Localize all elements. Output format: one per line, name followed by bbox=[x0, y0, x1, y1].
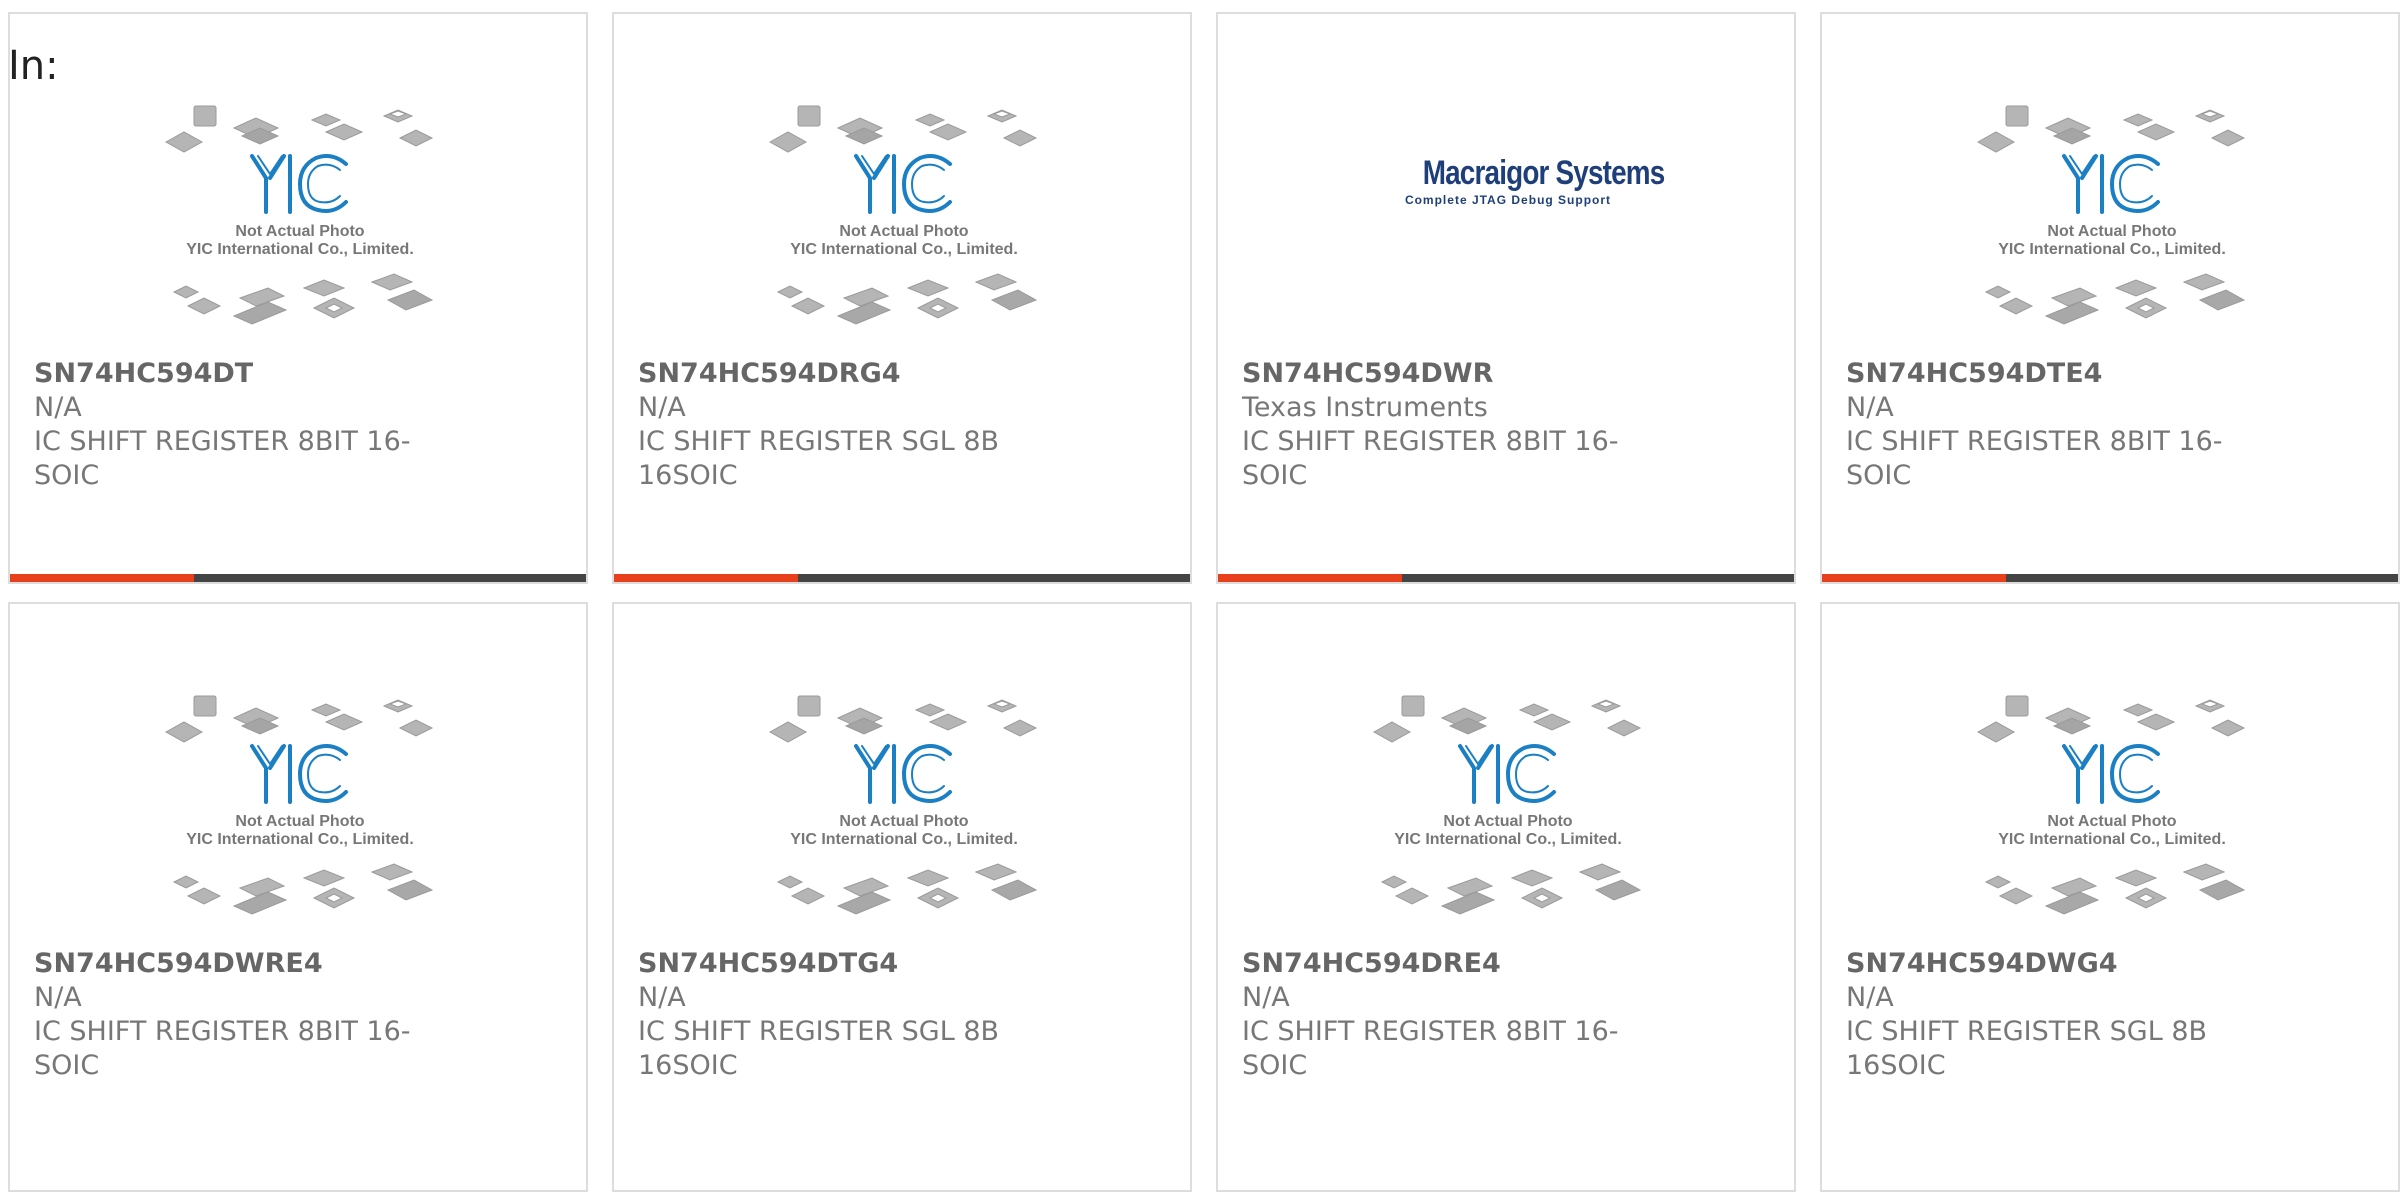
chip-placeholder-icon: Not Actual Photo YIC International Co., … bbox=[164, 105, 434, 325]
logo-name: Macraigor Systems bbox=[1422, 154, 1666, 192]
card-progress-fill bbox=[614, 574, 798, 582]
placeholder-line1: Not Actual Photo bbox=[839, 223, 968, 240]
manufacturer: N/A bbox=[638, 982, 686, 1013]
placeholder-line1: Not Actual Photo bbox=[1443, 813, 1572, 830]
manufacturer: N/A bbox=[1846, 982, 1894, 1013]
card-progress-bar bbox=[10, 574, 586, 582]
manufacturer: N/A bbox=[34, 982, 82, 1013]
description: IC SHIFT REGISTER SGL 8B 16SOIC bbox=[638, 1016, 1000, 1081]
placeholder-line2: YIC International Co., Limited. bbox=[1998, 241, 2226, 258]
description: IC SHIFT REGISTER SGL 8B 16SOIC bbox=[1846, 1016, 2208, 1081]
logo-tagline: Complete JTAG Debug Support bbox=[1404, 193, 1612, 207]
chip-placeholder-icon: Not Actual Photo YIC International Co., … bbox=[768, 105, 1038, 325]
part-number-link[interactable]: SN74HC594DWG4 bbox=[1846, 947, 2246, 981]
product-image: Not Actual Photo YIC International Co., … bbox=[1372, 692, 1644, 936]
product-card[interactable]: Not Actual Photo YIC International Co., … bbox=[8, 602, 588, 1192]
part-number-link[interactable]: SN74HC594DRE4 bbox=[1242, 947, 1642, 981]
product-info: SN74HC594DWR Texas Instruments IC SHIFT RE… bbox=[1242, 357, 1642, 493]
product-info: SN74HC594DTG4 N/A IC SHIFT REGISTER SGL 8B… bbox=[638, 947, 1038, 1083]
description: IC SHIFT REGISTER 8BIT 16-SOIC bbox=[1846, 426, 2223, 491]
part-number-link[interactable]: SN74HC594DRG4 bbox=[638, 357, 1038, 391]
manufacturer: N/A bbox=[1242, 982, 1290, 1013]
product-image: Not Actual Photo YIC International Co., … bbox=[768, 692, 1040, 936]
card-progress-fill bbox=[10, 574, 194, 582]
product-card[interactable]: Not Actual Photo YIC International Co., … bbox=[612, 602, 1192, 1192]
placeholder-line2: YIC International Co., Limited. bbox=[790, 241, 1018, 258]
product-card[interactable]: Not Actual Photo YIC International Co., … bbox=[612, 12, 1192, 584]
product-image: Not Actual Photo YIC International Co., … bbox=[164, 102, 436, 346]
product-image: Not Actual Photo YIC International Co., … bbox=[1976, 692, 2248, 936]
placeholder-line1: Not Actual Photo bbox=[2047, 813, 2176, 830]
card-progress-bar bbox=[614, 574, 1190, 582]
filter-label: In: bbox=[8, 43, 59, 89]
placeholder-line2: YIC International Co., Limited. bbox=[790, 831, 1018, 848]
product-image: Not Actual Photo YIC International Co., … bbox=[768, 102, 1040, 346]
product-info: SN74HC594DT N/A IC SHIFT REGISTER 8BIT 16-… bbox=[34, 357, 434, 493]
card-progress-bar bbox=[1218, 574, 1794, 582]
chip-placeholder-icon: Not Actual Photo YIC International Co., … bbox=[1372, 695, 1642, 915]
description: IC SHIFT REGISTER 8BIT 16-SOIC bbox=[34, 426, 411, 491]
placeholder-line1: Not Actual Photo bbox=[839, 813, 968, 830]
product-card[interactable]: Not Actual Photo YIC International Co., … bbox=[8, 12, 588, 584]
product-info: SN74HC594DRG4 N/A IC SHIFT REGISTER SGL 8B… bbox=[638, 357, 1038, 493]
part-number-link[interactable]: SN74HC594DTG4 bbox=[638, 947, 1038, 981]
manufacturer: N/A bbox=[34, 392, 82, 423]
placeholder-line2: YIC International Co., Limited. bbox=[1394, 831, 1622, 848]
product-card[interactable]: Not Actual Photo YIC International Co., … bbox=[1820, 602, 2400, 1192]
product-image: Not Actual Photo YIC International Co., … bbox=[164, 692, 436, 936]
chip-placeholder-icon: Not Actual Photo YIC International Co., … bbox=[1976, 105, 2246, 325]
product-info: SN74HC594DRE4 N/A IC SHIFT REGISTER 8BIT 1… bbox=[1242, 947, 1642, 1083]
manufacturer: N/A bbox=[1846, 392, 1894, 423]
product-image: Not Actual Photo YIC International Co., … bbox=[1976, 102, 2248, 346]
card-progress-bar bbox=[1822, 574, 2398, 582]
placeholder-line1: Not Actual Photo bbox=[235, 223, 364, 240]
placeholder-line2: YIC International Co., Limited. bbox=[186, 831, 414, 848]
manufacturer-logo: Macraigor Systems Complete JTAG Debug Su… bbox=[1404, 154, 1666, 234]
placeholder-line1: Not Actual Photo bbox=[2047, 223, 2176, 240]
manufacturer: N/A bbox=[638, 392, 686, 423]
part-number-link[interactable]: SN74HC594DWR bbox=[1242, 357, 1642, 391]
chip-placeholder-icon: Not Actual Photo YIC International Co., … bbox=[1976, 695, 2246, 915]
product-card[interactable]: Not Actual Photo YIC International Co., … bbox=[1216, 602, 1796, 1192]
description: IC SHIFT REGISTER 8BIT 16-SOIC bbox=[34, 1016, 411, 1081]
description: IC SHIFT REGISTER 8BIT 16-SOIC bbox=[1242, 426, 1619, 491]
card-progress-fill bbox=[1218, 574, 1402, 582]
product-card[interactable]: Not Actual Photo YIC International Co., … bbox=[1820, 12, 2400, 584]
placeholder-line1: Not Actual Photo bbox=[235, 813, 364, 830]
product-info: SN74HC594DWG4 N/A IC SHIFT REGISTER SGL 8B… bbox=[1846, 947, 2246, 1083]
placeholder-line2: YIC International Co., Limited. bbox=[1998, 831, 2226, 848]
product-info: SN74HC594DWRE4 N/A IC SHIFT REGISTER 8BIT … bbox=[34, 947, 434, 1083]
description: IC SHIFT REGISTER 8BIT 16-SOIC bbox=[1242, 1016, 1619, 1081]
description: IC SHIFT REGISTER SGL 8B 16SOIC bbox=[638, 426, 1000, 491]
product-card[interactable]: Macraigor Systems Complete JTAG Debug Su… bbox=[1216, 12, 1796, 584]
product-info: SN74HC594DTE4 N/A IC SHIFT REGISTER 8BIT 1… bbox=[1846, 357, 2246, 493]
product-grid: Not Actual Photo YIC International Co., … bbox=[8, 12, 2404, 1192]
manufacturer: Texas Instruments bbox=[1242, 392, 1488, 423]
part-number-link[interactable]: SN74HC594DWRE4 bbox=[34, 947, 434, 981]
card-progress-fill bbox=[1822, 574, 2006, 582]
chip-placeholder-icon: Not Actual Photo YIC International Co., … bbox=[164, 695, 434, 915]
part-number-link[interactable]: SN74HC594DT bbox=[34, 357, 434, 391]
part-number-link[interactable]: SN74HC594DTE4 bbox=[1846, 357, 2246, 391]
placeholder-line2: YIC International Co., Limited. bbox=[186, 241, 414, 258]
chip-placeholder-icon: Not Actual Photo YIC International Co., … bbox=[768, 695, 1038, 915]
